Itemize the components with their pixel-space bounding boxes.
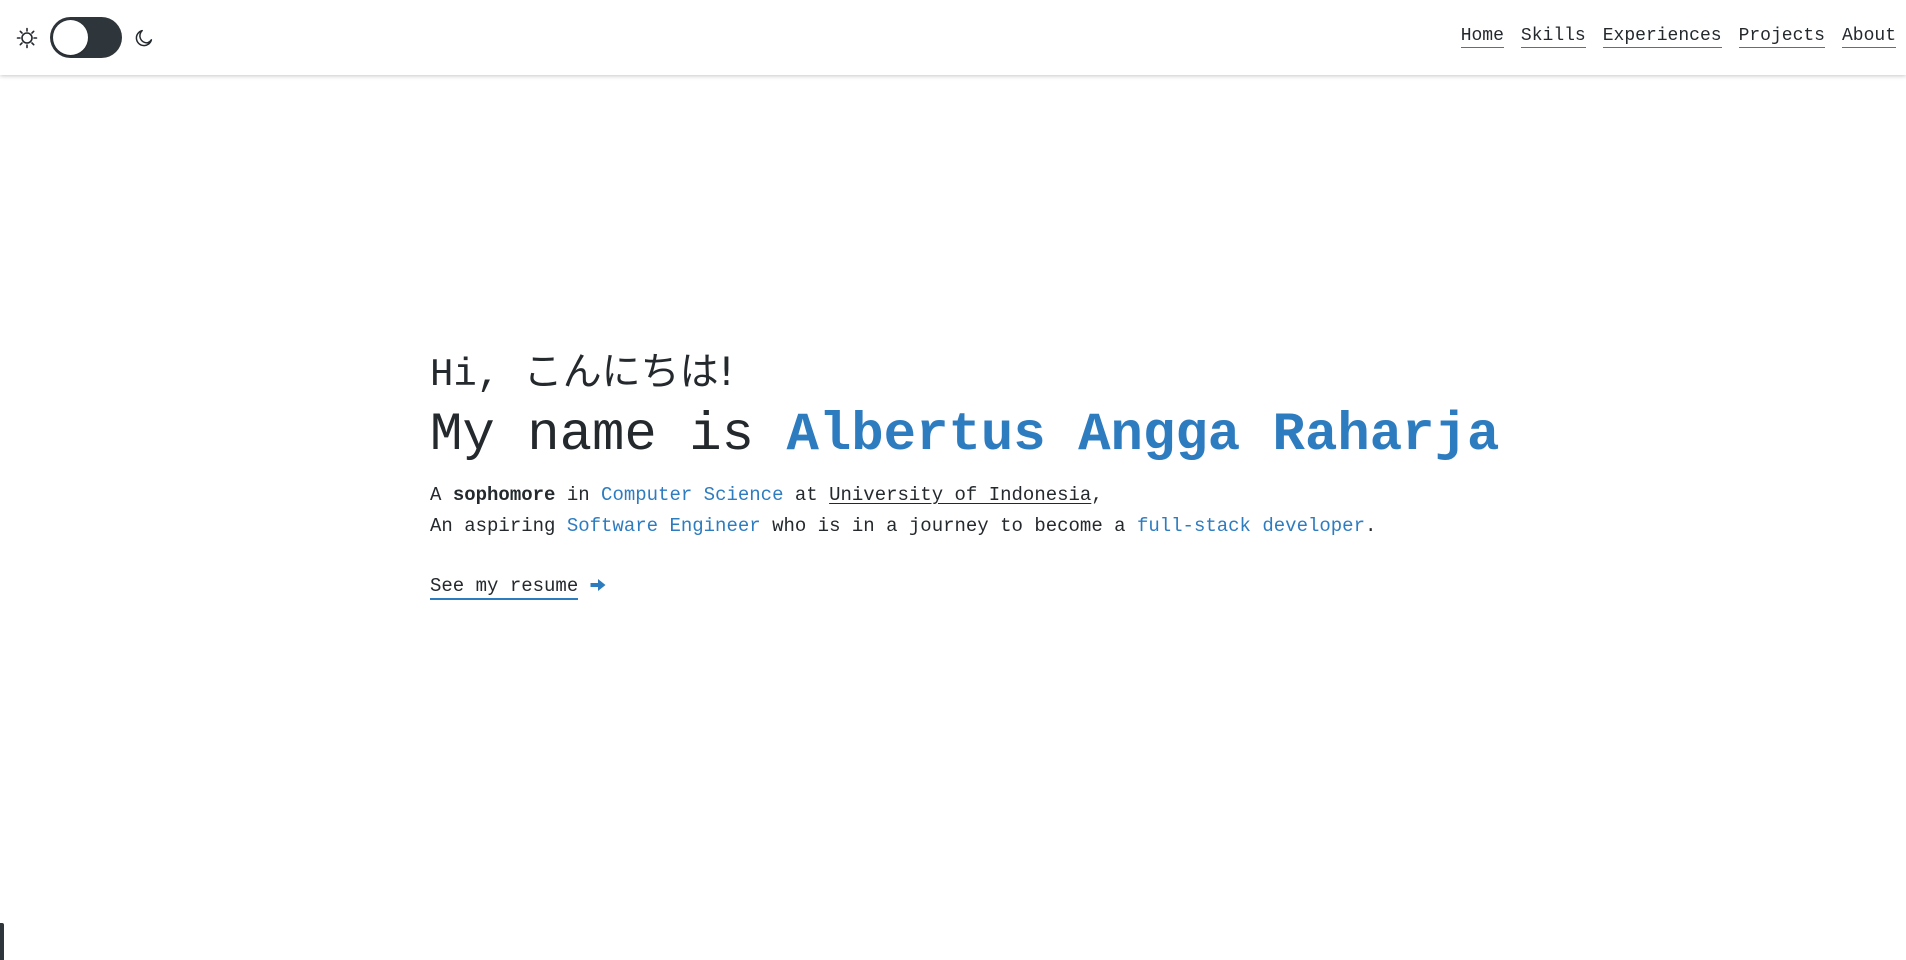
theme-toggle[interactable] (50, 17, 122, 58)
moon-icon (134, 28, 154, 48)
year-text: sophomore (452, 484, 556, 506)
theme-switch (16, 17, 154, 58)
nav-link-skills[interactable]: Skills (1520, 26, 1586, 49)
text-period: . (1364, 515, 1377, 537)
text-an-aspiring: An aspiring (430, 515, 567, 537)
major-text: Computer Science (601, 484, 784, 506)
text-journey: who is in a journey to become a (760, 515, 1137, 537)
intro-line-2: An aspiring Software Engineer who is in … (430, 515, 1376, 537)
corner-tab[interactable] (0, 923, 4, 960)
resume-label: See my resume (430, 575, 579, 600)
text-comma: , (1091, 484, 1103, 506)
top-navbar: Home Skills Experiences Projects About (0, 0, 1906, 75)
text-a: A (430, 484, 453, 506)
role-text: Software Engineer (566, 515, 761, 537)
headline: My name is Albertus Angga Raharja (430, 402, 1530, 470)
nav-link-about[interactable]: About (1841, 26, 1896, 49)
nav-link-projects[interactable]: Projects (1738, 26, 1825, 49)
greeting-english: Hi, (430, 353, 524, 397)
intro-text: A sophomore in Computer Science at Unive… (430, 480, 1530, 542)
university-link[interactable]: University of Indonesia (829, 484, 1091, 506)
sun-icon (16, 27, 38, 49)
goal-text: full-stack developer (1136, 515, 1365, 537)
text-at: at (783, 484, 830, 506)
resume-link[interactable]: See my resume (430, 575, 607, 600)
nav-link-home[interactable]: Home (1460, 26, 1504, 49)
text-in: in (555, 484, 602, 506)
greeting: Hi, こんにちは! (430, 346, 1530, 402)
nav-link-experiences[interactable]: Experiences (1602, 26, 1722, 49)
hero-section: Hi, こんにちは! My name is Albertus Angga Rah… (430, 346, 1530, 600)
headline-prefix: My name is (430, 405, 787, 466)
nav-links: Home Skills Experiences Projects About (1460, 26, 1896, 49)
greeting-japanese: こんにちは! (523, 350, 735, 395)
toggle-knob (53, 20, 88, 55)
intro-line-1: A sophomore in Computer Science at Unive… (430, 484, 1103, 506)
arrow-right-icon (589, 576, 607, 600)
full-name: Albertus Angga Raharja (786, 405, 1500, 466)
